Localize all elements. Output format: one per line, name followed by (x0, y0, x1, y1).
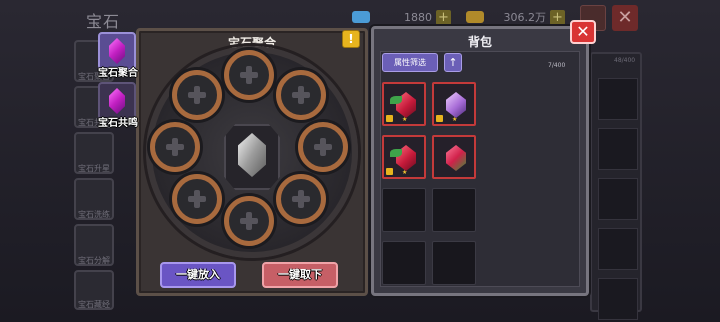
side-tab-refine: 宝石洗练 (74, 178, 114, 220)
diamond-count: 1880 (404, 10, 432, 24)
purple-gem-icon (109, 38, 125, 64)
lock-icon (386, 115, 393, 122)
gem-slot[interactable] (276, 70, 326, 120)
plus-icon (240, 66, 258, 84)
gold-count: 306.2万 (503, 11, 547, 24)
background-cell (598, 178, 638, 220)
sort-arrow-button[interactable]: ↑ (444, 53, 462, 72)
background-close-icon: ✕ (612, 5, 638, 31)
page-title: 宝石 (86, 12, 121, 31)
gem-slot[interactable] (276, 174, 326, 224)
plus-icon (166, 138, 184, 156)
side-tab-label: 宝石分解 (78, 256, 110, 265)
background-cell (598, 78, 638, 120)
plus-icon (314, 138, 332, 156)
gold-chest-icon (466, 11, 484, 23)
purple-gem-icon (109, 88, 125, 114)
purple-gem-icon (446, 92, 466, 118)
backpack-title: 背包 (467, 35, 492, 49)
backpack-empty-cell[interactable] (382, 241, 426, 285)
side-tab-label: 宝石升星 (78, 164, 110, 173)
plus-icon (292, 190, 310, 208)
close-icon[interactable]: ✕ (570, 20, 596, 44)
plus-icon (292, 86, 310, 104)
side-tab-decompose: 宝石分解 (74, 224, 114, 266)
take-all-button[interactable]: 一键取下 (262, 262, 338, 288)
star-icon: ★ (402, 169, 408, 176)
leaf-decoration (390, 149, 402, 157)
lock-icon (386, 168, 393, 175)
gem-slot[interactable] (172, 70, 222, 120)
gem-slot[interactable] (224, 50, 274, 100)
star-icon: ★ (452, 116, 458, 123)
diamond-currency: 1880 + (352, 9, 451, 25)
nav-resonance-label: 宝石共鸣 (98, 118, 138, 129)
side-tab-label: 宝石洗练 (78, 210, 110, 219)
plus-icon (188, 86, 206, 104)
side-tab-label: 宝石藏经 (78, 300, 110, 309)
red-gem-icon (446, 145, 466, 171)
leaf-decoration (390, 96, 402, 104)
backpack-empty-cell[interactable] (432, 241, 476, 285)
lock-icon (436, 115, 443, 122)
nav-fusion-label: 宝石聚合 (98, 68, 138, 79)
backpack-empty-cell[interactable] (382, 188, 426, 232)
gem-slot[interactable] (224, 196, 274, 246)
gem-slot[interactable] (172, 174, 222, 224)
background-counter: 48/400 (614, 57, 636, 64)
background-cell (598, 128, 638, 170)
backpack-item[interactable] (432, 135, 476, 179)
put-all-button[interactable]: 一键放入 (160, 262, 236, 288)
backpack-empty-cell[interactable] (432, 188, 476, 232)
backpack-item[interactable]: ★ (382, 82, 426, 126)
star-icon: ★ (402, 116, 408, 123)
background-inventory-column: 48/400 (590, 52, 642, 320)
add-gold-button[interactable]: + (550, 9, 565, 25)
gem-slot[interactable] (298, 122, 348, 172)
plus-icon (240, 212, 258, 230)
add-diamond-button[interactable]: + (436, 9, 451, 25)
diamond-icon (352, 11, 370, 23)
side-tab-star: 宝石升星 (74, 132, 114, 174)
background-cell (598, 228, 638, 270)
backpack-capacity: 7/400 (548, 62, 566, 69)
backpack-item[interactable]: ★ (432, 82, 476, 126)
attribute-filter-button[interactable]: 属性筛选 (382, 53, 438, 72)
gold-currency: 306.2万 + (466, 9, 565, 25)
backpack-item[interactable]: ★ (382, 135, 426, 179)
background-cell (598, 278, 638, 320)
plus-icon (188, 190, 206, 208)
gem-slot[interactable] (150, 122, 200, 172)
info-button[interactable]: ! (342, 30, 360, 48)
side-tab-archive: 宝石藏经 (74, 270, 114, 310)
